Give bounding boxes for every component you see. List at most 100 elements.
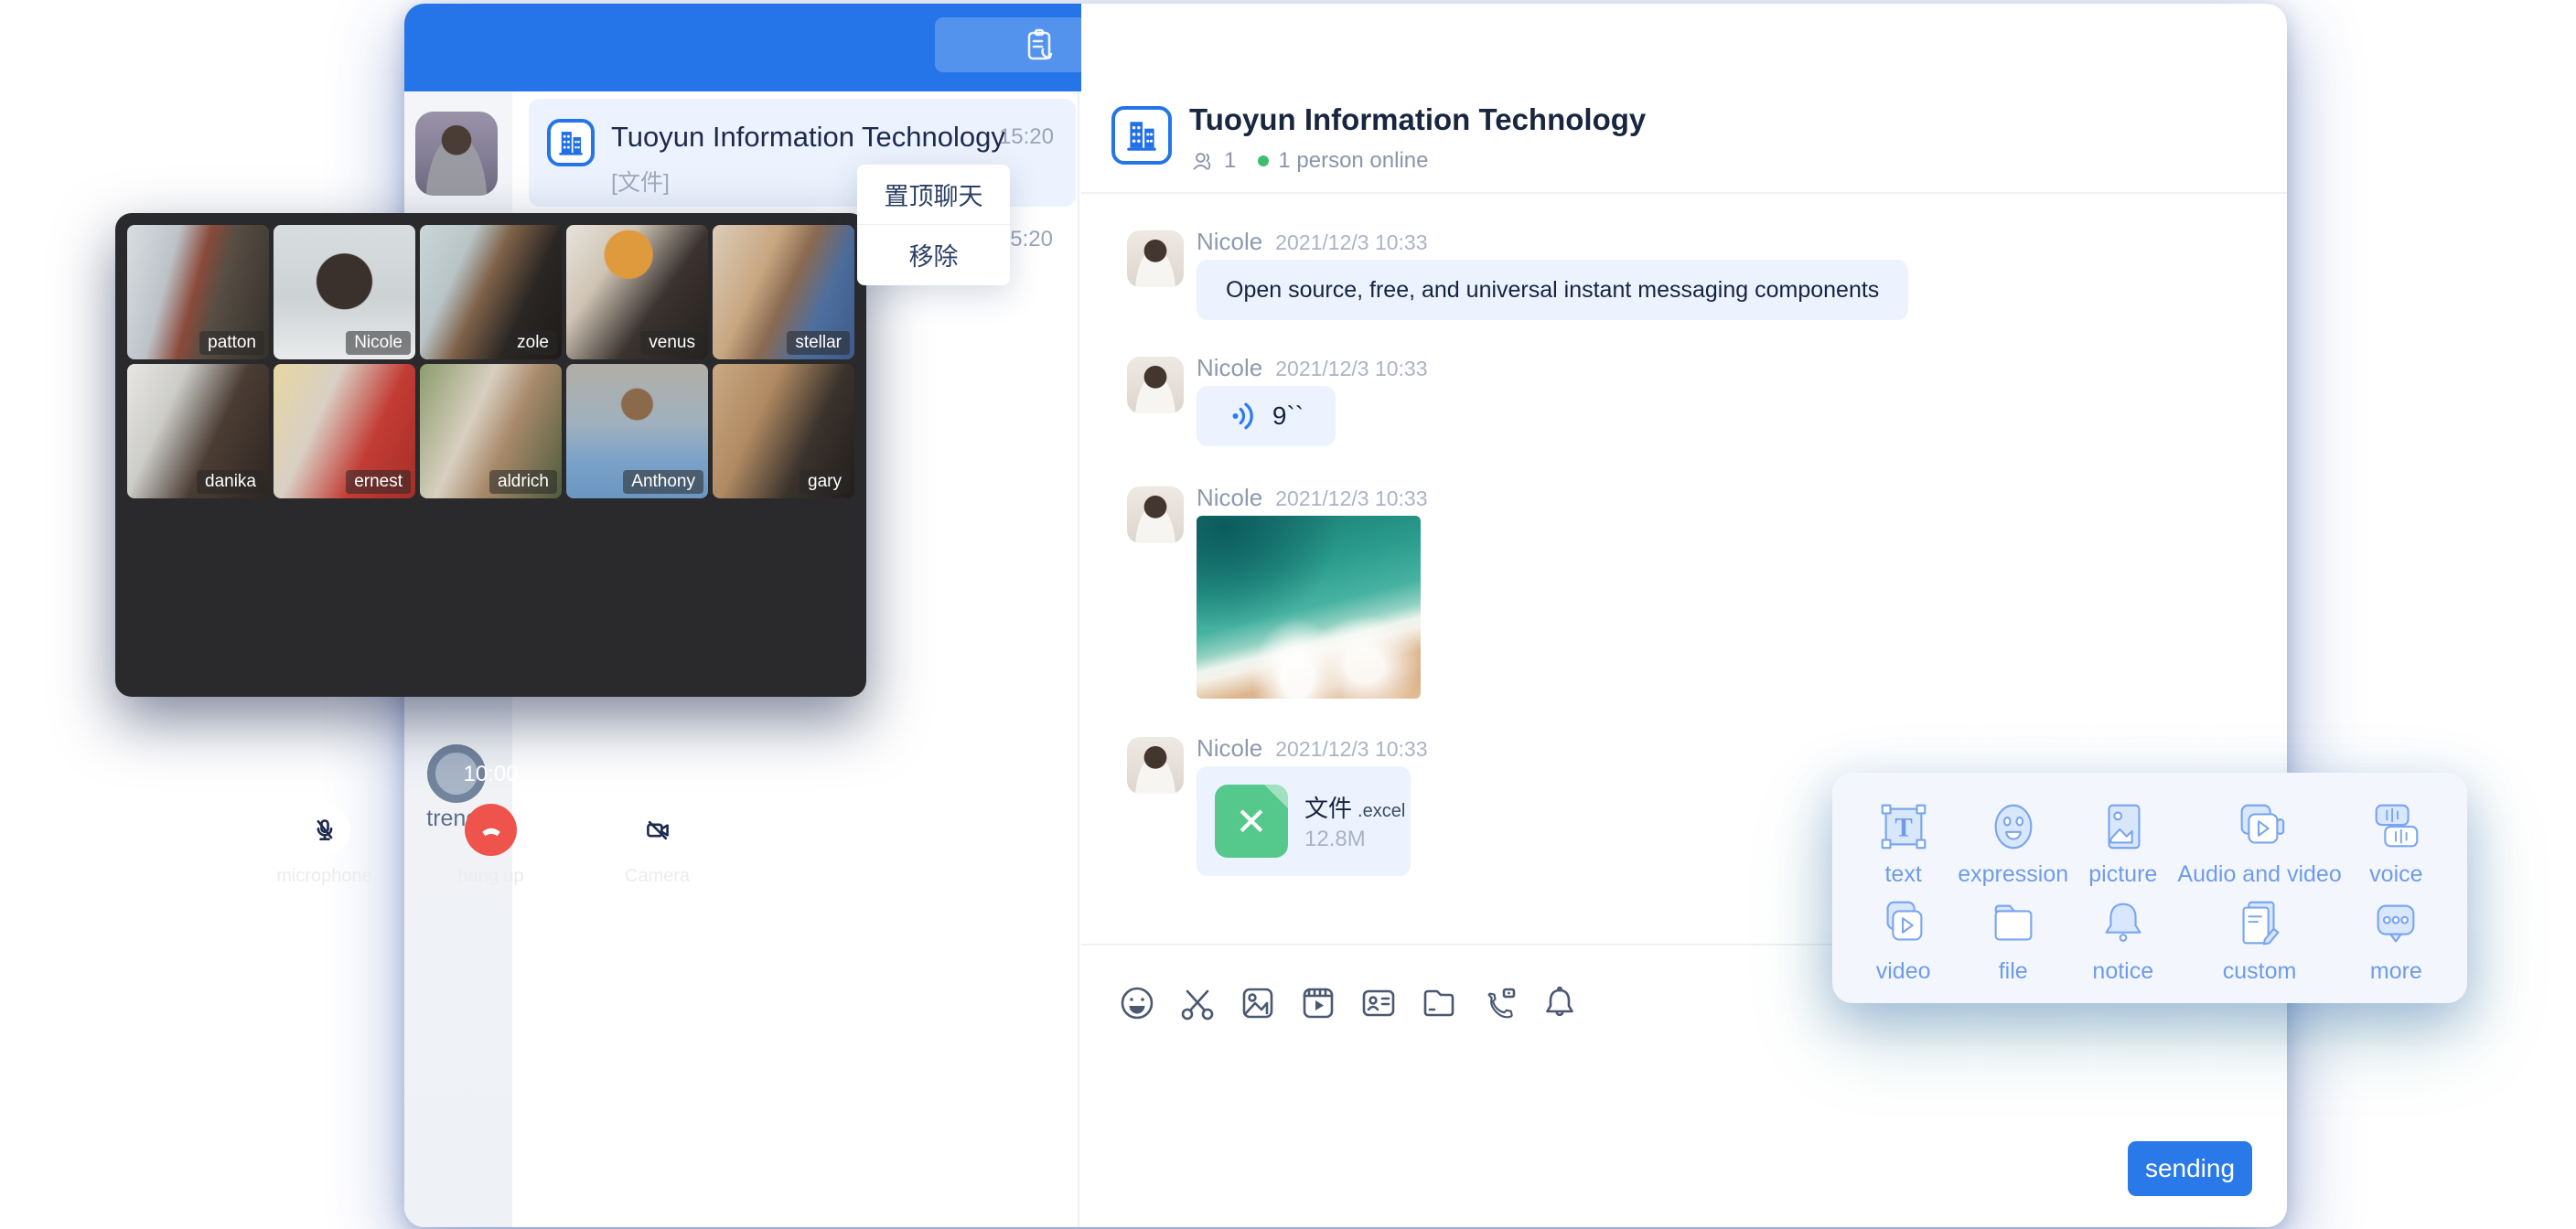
participant-name: danika <box>197 470 264 494</box>
camera-toggle-button[interactable] <box>631 804 683 856</box>
menu-item-pin-chat[interactable]: 置顶聊天 <box>857 165 1010 224</box>
picture-icon <box>2095 798 2152 855</box>
participant-name: ernest <box>346 470 411 494</box>
notification-bell-icon[interactable] <box>1539 982 1581 1024</box>
participant-tile: patton <box>127 225 269 359</box>
online-dot <box>1258 155 1269 166</box>
expression-icon <box>1985 798 2042 855</box>
screenshot-scissors-icon[interactable] <box>1176 982 1218 1024</box>
organization-icon <box>547 119 595 166</box>
voice-duration: 9`` <box>1272 401 1304 431</box>
sender-avatar[interactable] <box>1127 357 1184 413</box>
organization-icon <box>1111 106 1172 165</box>
chat-title: Tuoyun Information Technology <box>1189 102 1646 137</box>
panel-item-more[interactable]: more <box>2342 892 2451 989</box>
participant-name: Nicole <box>346 331 411 355</box>
chat-header: Tuoyun Information Technology 1 1 person… <box>1081 4 2287 192</box>
panel-item-file[interactable]: file <box>1958 892 2068 989</box>
sender-name: Nicole <box>1197 734 1262 762</box>
more-icon <box>2367 895 2424 952</box>
file-extension: .excel <box>1358 801 1405 821</box>
message-text: Open source, free, and universal instant… <box>1226 277 1879 304</box>
participant-tile: zole <box>420 225 562 359</box>
message-type-panel: T text expression picture Audio and vide… <box>1832 773 2467 1003</box>
mic-off-icon <box>311 817 338 844</box>
hang-up-label: hang up <box>457 866 523 887</box>
contact-card-icon[interactable] <box>1358 982 1400 1024</box>
participant-name: Anthony <box>623 470 703 494</box>
send-video-icon[interactable] <box>1297 982 1339 1024</box>
custom-doc-icon <box>2231 895 2288 952</box>
panel-item-voice[interactable]: voice <box>2342 795 2451 892</box>
message-time: 2021/12/3 10:33 <box>1275 357 1427 380</box>
member-count: 1 <box>1224 148 1236 174</box>
send-button[interactable]: sending <box>2128 1141 2252 1196</box>
participant-name: gary <box>800 470 850 494</box>
send-file-folder-icon[interactable] <box>1418 982 1460 1024</box>
participant-name: patton <box>199 331 264 355</box>
conversation-last-message: [文件] <box>611 165 670 198</box>
notice-bell-icon <box>2095 895 2152 952</box>
sender-avatar[interactable] <box>1127 486 1184 543</box>
panel-item-video[interactable]: video <box>1849 892 1958 989</box>
participant-tile: Anthony <box>566 364 708 498</box>
microphone-mute-button[interactable] <box>298 804 350 856</box>
call-icon[interactable] <box>1478 982 1520 1024</box>
send-image-icon[interactable] <box>1237 982 1279 1024</box>
voice-wave-icon <box>1229 401 1260 432</box>
participant-name: zole <box>509 331 557 355</box>
menu-item-remove[interactable]: 移除 <box>857 224 1010 284</box>
sender-name: Nicole <box>1197 354 1262 381</box>
file-folder-icon <box>1985 895 2042 952</box>
hang-up-button[interactable] <box>465 804 517 856</box>
message-time: 2021/12/3 10:33 <box>1275 230 1427 254</box>
members-icon <box>1191 149 1215 173</box>
participant-tile: gary <box>713 364 854 498</box>
emoji-icon[interactable] <box>1116 982 1158 1024</box>
text-icon: T <box>1875 798 1932 855</box>
file-name: 文件 <box>1304 795 1352 822</box>
participant-tile: Nicole <box>274 225 415 359</box>
participant-name: aldrich <box>489 470 557 494</box>
conversation-time: 15:20 <box>999 124 1054 150</box>
panel-item-picture[interactable]: picture <box>2068 795 2177 892</box>
header-divider <box>1081 192 2287 194</box>
image-message-beach[interactable] <box>1197 516 1421 699</box>
audio-video-icon <box>2231 798 2288 855</box>
my-avatar[interactable] <box>415 112 498 196</box>
participant-tile: ernest <box>274 364 415 498</box>
sender-avatar[interactable] <box>1127 230 1184 287</box>
online-status: 1 person online <box>1278 148 1428 174</box>
panel-item-custom[interactable]: custom <box>2177 892 2341 989</box>
file-message-bubble[interactable]: ✕ 文件.excel 12.8M <box>1197 766 1411 876</box>
sender-name: Nicole <box>1197 484 1262 511</box>
message-time: 2021/12/3 10:33 <box>1275 486 1427 510</box>
text-message-bubble[interactable]: Open source, free, and universal instant… <box>1197 260 1908 320</box>
participant-name: venus <box>640 331 703 355</box>
participant-tile: danika <box>127 364 269 498</box>
voice-icon <box>2367 798 2424 855</box>
conversation-title: Tuoyun Information Technology <box>611 121 995 154</box>
sender-avatar[interactable] <box>1127 737 1184 794</box>
panel-item-audio-video[interactable]: Audio and video <box>2177 795 2341 892</box>
camera-off-icon <box>644 817 671 844</box>
conversation-context-menu: 置顶聊天 移除 <box>857 165 1010 285</box>
camera-label: Camera <box>625 866 690 887</box>
video-icon <box>1875 895 1932 952</box>
participant-grid: patton Nicole zole venus stellar danika … <box>127 225 854 498</box>
participant-name: stellar <box>787 331 850 355</box>
message-time: 2021/12/3 10:33 <box>1275 737 1427 761</box>
participant-tile: aldrich <box>420 364 562 498</box>
sender-name: Nicole <box>1197 228 1262 255</box>
voice-message-bubble[interactable]: 9`` <box>1197 386 1336 446</box>
participant-tile: venus <box>566 225 708 359</box>
svg-text:T: T <box>1894 814 1912 843</box>
panel-item-notice[interactable]: notice <box>2068 892 2177 989</box>
composer-toolbar <box>1116 982 1581 1024</box>
microphone-label: microphone <box>276 866 372 887</box>
participant-tile: stellar <box>713 225 854 359</box>
hang-up-icon <box>478 817 505 844</box>
panel-item-expression[interactable]: expression <box>1958 795 2068 892</box>
file-size: 12.8M <box>1304 827 1366 852</box>
panel-item-text[interactable]: T text <box>1849 795 1958 892</box>
